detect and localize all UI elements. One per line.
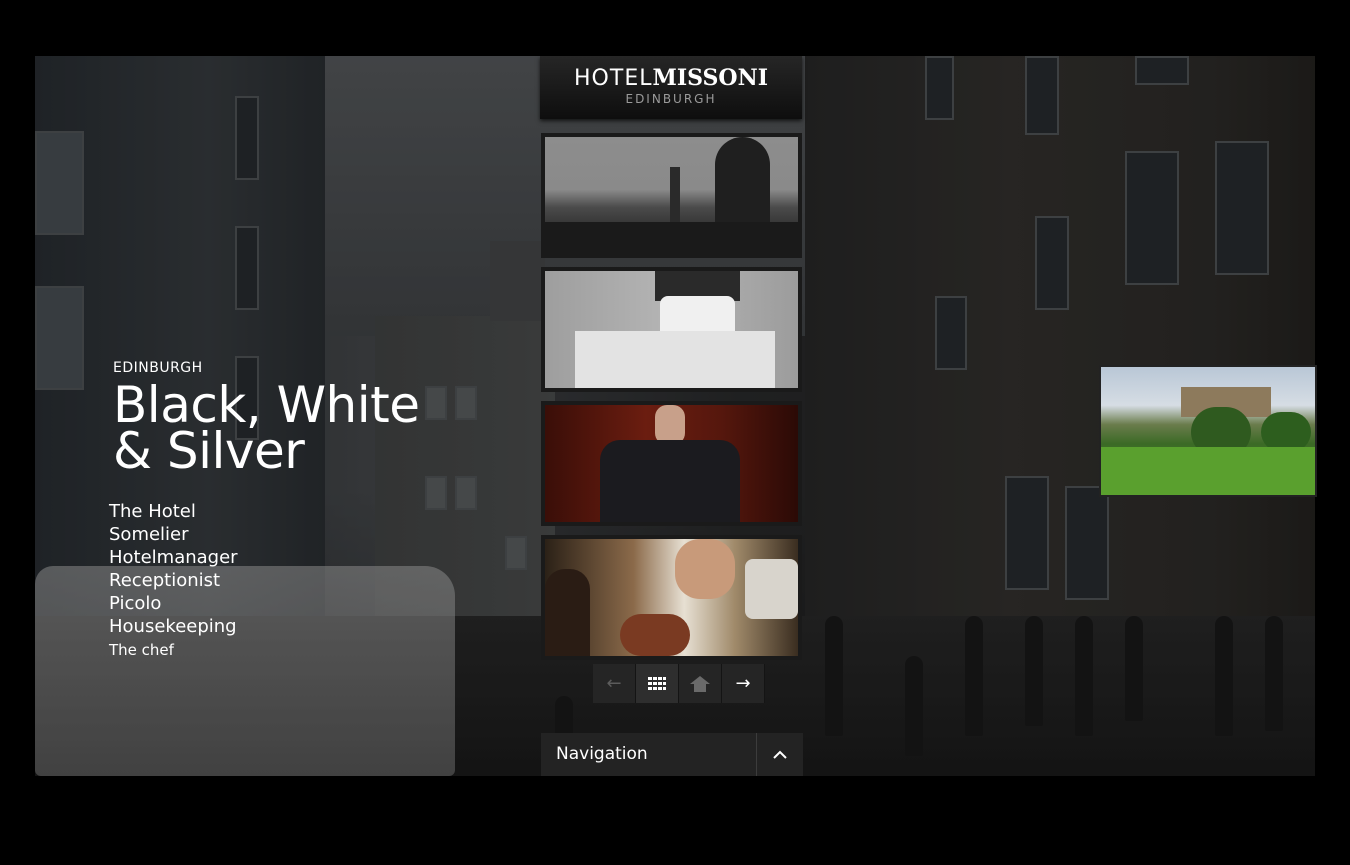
menu-item-the-chef[interactable]: The chef xyxy=(109,638,238,662)
castle-park-photo[interactable] xyxy=(1099,365,1317,497)
navigation-label: Navigation xyxy=(556,744,648,764)
menu-item-receptionist[interactable]: Receptionist xyxy=(109,569,238,592)
intro-city: EDINBURGH xyxy=(113,360,203,376)
thumbnail-city[interactable] xyxy=(541,133,802,258)
thumbnail-strip xyxy=(541,133,802,669)
section-menu: The Hotel Somelier Hotelmanager Receptio… xyxy=(109,500,238,662)
home-icon xyxy=(690,675,710,692)
logo-wordmark: HOTELMISSONI xyxy=(540,65,802,91)
menu-item-somelier[interactable]: Somelier xyxy=(109,523,238,546)
grid-button[interactable] xyxy=(636,664,679,703)
logo-missoni: MISSONI xyxy=(652,65,768,91)
chevron-up-icon xyxy=(773,750,787,759)
menu-item-the-hotel[interactable]: The Hotel xyxy=(109,500,238,523)
navigation-bar[interactable]: Navigation xyxy=(541,733,803,776)
thumbnail-hotelmanager[interactable] xyxy=(541,401,802,526)
previous-button[interactable]: ← xyxy=(593,664,636,703)
logo-location: EDINBURGH xyxy=(625,92,717,106)
thumbnail-chef[interactable] xyxy=(541,535,802,660)
menu-item-picolo[interactable]: Picolo xyxy=(109,592,238,615)
intro-block: EDINBURGH Black, White & Silver xyxy=(113,360,420,480)
title-line-2: & Silver xyxy=(113,422,305,480)
page-title: Black, White & Silver xyxy=(113,380,420,480)
logo-hotel: HOTEL xyxy=(574,66,653,91)
home-button[interactable] xyxy=(679,664,722,703)
menu-item-hotelmanager[interactable]: Hotelmanager xyxy=(109,546,238,569)
hotel-logo[interactable]: HOTELMISSONI EDINBURGH xyxy=(540,56,802,119)
next-button[interactable]: → xyxy=(722,664,765,703)
navigation-toggle[interactable] xyxy=(756,733,803,776)
grid-icon xyxy=(648,676,666,690)
gallery-controls: ← → xyxy=(593,664,765,703)
thumbnail-housekeeping[interactable] xyxy=(541,267,802,392)
menu-item-housekeeping[interactable]: Housekeeping xyxy=(109,615,238,638)
